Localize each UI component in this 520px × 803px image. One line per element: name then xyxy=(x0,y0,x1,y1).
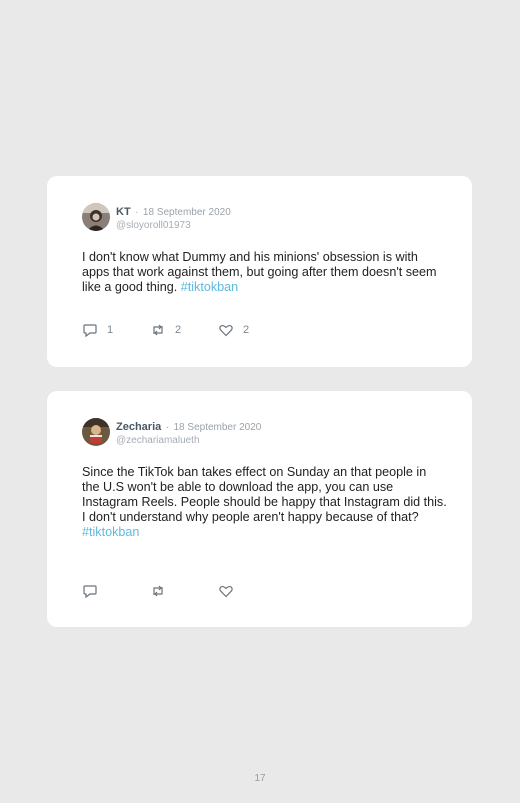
like-count: 2 xyxy=(243,324,250,336)
like-icon xyxy=(219,324,233,337)
tweet-text-block: I don't know what Dummy and his minions'… xyxy=(82,250,447,295)
avatar[interactable] xyxy=(82,418,110,446)
hashtag-link[interactable]: #tiktokban xyxy=(82,525,139,539)
tweet-actions: 1 2 2 xyxy=(82,322,286,338)
tweet-text: I don't know what Dummy and his minions'… xyxy=(82,250,437,294)
retweet-button[interactable]: 2 xyxy=(150,322,218,338)
reply-icon xyxy=(83,585,97,599)
tweet-header: KT · 18 September 2020 @sloyoroll01973 xyxy=(82,203,231,232)
user-name[interactable]: KT xyxy=(116,206,131,218)
reply-button[interactable] xyxy=(82,583,150,599)
like-button[interactable] xyxy=(218,583,286,599)
like-button[interactable]: 2 xyxy=(218,322,286,338)
tweet-header: Zecharia · 18 September 2020 @zechariama… xyxy=(82,418,261,447)
avatar[interactable] xyxy=(82,203,110,231)
tweet-text: Since the TikTok ban takes effect on Sun… xyxy=(82,465,447,524)
separator-dot: · xyxy=(135,207,139,218)
retweet-icon xyxy=(153,324,163,336)
retweet-icon xyxy=(153,585,163,597)
tweet-date: 18 September 2020 xyxy=(142,207,231,218)
tweet-date: 18 September 2020 xyxy=(173,422,262,433)
retweet-count: 2 xyxy=(175,324,182,336)
user-handle[interactable]: @sloyoroll01973 xyxy=(116,219,231,232)
tweet-card: KT · 18 September 2020 @sloyoroll01973 I… xyxy=(47,176,472,367)
page-number: 17 xyxy=(254,773,266,784)
user-handle[interactable]: @zechariamalueth xyxy=(116,434,261,447)
hashtag-link[interactable]: #tiktokban xyxy=(181,280,238,294)
retweet-button[interactable] xyxy=(150,583,218,599)
user-name[interactable]: Zecharia xyxy=(116,421,161,433)
tweet-text-block: Since the TikTok ban takes effect on Sun… xyxy=(82,465,447,540)
separator-dot: · xyxy=(165,422,170,433)
like-icon xyxy=(219,585,233,598)
reply-count: 1 xyxy=(107,324,114,336)
reply-button[interactable]: 1 xyxy=(82,322,150,338)
tweet-actions xyxy=(82,583,286,599)
tweet-card: Zecharia · 18 September 2020 @zechariama… xyxy=(47,391,472,627)
reply-icon xyxy=(83,324,97,338)
